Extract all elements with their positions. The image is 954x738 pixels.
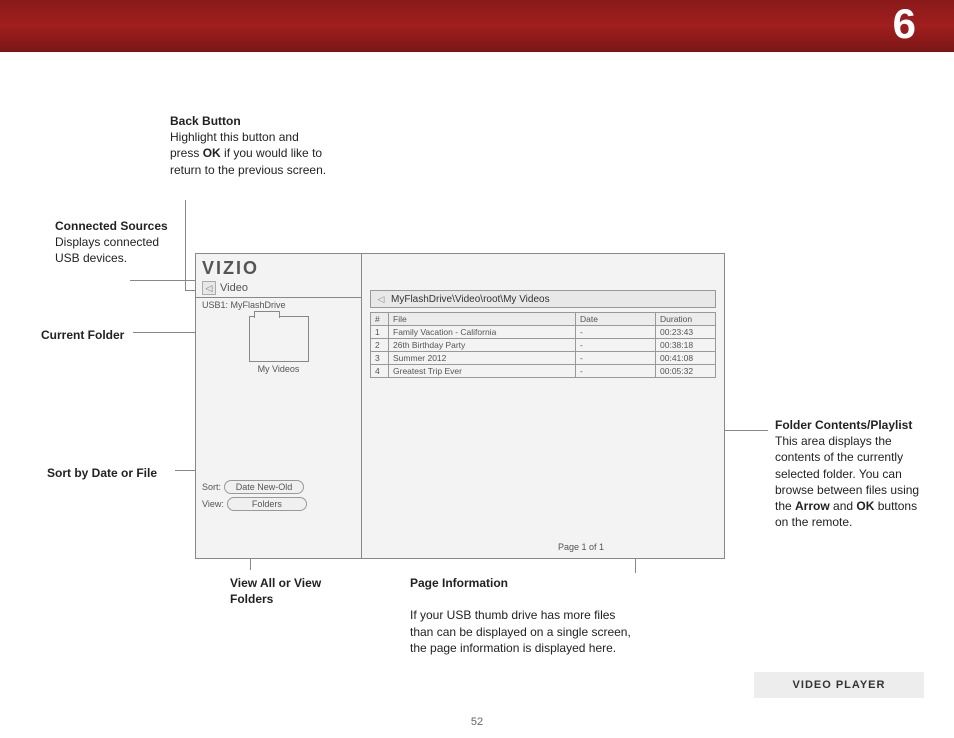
col-file: File	[389, 313, 576, 326]
panel-content: ◁ MyFlashDrive\Video\root\My Videos # Fi…	[362, 284, 724, 558]
row-duration: 00:41:08	[656, 352, 716, 365]
row-duration: 00:38:18	[656, 339, 716, 352]
ann-page-info: Page Information If your USB thumb drive…	[410, 575, 640, 656]
table-row[interactable]: 4Greatest Trip Ever-00:05:32	[371, 365, 716, 378]
back-button[interactable]: ◁	[202, 281, 216, 295]
file-table: # File Date Duration 1Family Vacation - …	[370, 312, 716, 378]
footer-section-label: VIDEO PLAYER	[754, 672, 924, 698]
folder-icon[interactable]	[249, 316, 309, 362]
row-date: -	[576, 352, 656, 365]
page-number: 52	[471, 716, 483, 728]
ann-folder-contents: Folder Contents/Playlist This area displ…	[775, 417, 925, 530]
row-file: 26th Birthday Party	[389, 339, 576, 352]
leader-line	[130, 280, 198, 281]
breadcrumb-back-icon[interactable]: ◁	[375, 293, 387, 305]
panel-left-sidebar: USB1: MyFlashDrive My Videos Sort: Date …	[196, 298, 362, 558]
ann-connected-sources: Connected Sources Displays connected USB…	[55, 218, 175, 267]
ann-current-folder: Current Folder	[41, 327, 181, 343]
view-label: View:	[202, 499, 224, 509]
row-num: 4	[371, 365, 389, 378]
ann-back-button: Back Button Highlight this button and pr…	[170, 113, 330, 178]
video-player-panel: VIZIO ◁ Video USB1: MyFlashDrive My Vide…	[195, 253, 725, 559]
col-date: Date	[576, 313, 656, 326]
row-file: Greatest Trip Ever	[389, 365, 576, 378]
header-band	[0, 0, 954, 52]
breadcrumb-path: MyFlashDrive\Video\root\My Videos	[391, 294, 550, 305]
ann-title: Back Button	[170, 114, 241, 128]
row-file: Summer 2012	[389, 352, 576, 365]
ann-view: View All or View Folders	[230, 575, 350, 607]
row-date: -	[576, 339, 656, 352]
leader-line	[185, 200, 186, 290]
table-row[interactable]: 226th Birthday Party-00:38:18	[371, 339, 716, 352]
breadcrumb: ◁ MyFlashDrive\Video\root\My Videos	[370, 290, 716, 308]
chapter-number: 6	[893, 0, 916, 48]
ann-sort: Sort by Date or File	[47, 465, 187, 481]
row-date: -	[576, 365, 656, 378]
row-num: 1	[371, 326, 389, 339]
table-row[interactable]: 1Family Vacation - California-00:23:43	[371, 326, 716, 339]
row-date: -	[576, 326, 656, 339]
sort-label: Sort:	[202, 482, 221, 492]
col-num: #	[371, 313, 389, 326]
panel-header: VIZIO ◁ Video	[196, 254, 362, 298]
sort-selector[interactable]: Date New-Old	[224, 480, 304, 494]
vizio-logo: VIZIO	[202, 258, 355, 279]
row-num: 3	[371, 352, 389, 365]
row-num: 2	[371, 339, 389, 352]
page-indicator: Page 1 of 1	[558, 542, 604, 552]
row-file: Family Vacation - California	[389, 326, 576, 339]
mode-label: Video	[220, 282, 248, 294]
folder-name: My Videos	[202, 364, 355, 374]
table-row[interactable]: 3Summer 2012-00:41:08	[371, 352, 716, 365]
row-duration: 00:23:43	[656, 326, 716, 339]
col-duration: Duration	[656, 313, 716, 326]
row-duration: 00:05:32	[656, 365, 716, 378]
view-selector[interactable]: Folders	[227, 497, 307, 511]
source-label: USB1: MyFlashDrive	[202, 300, 355, 310]
